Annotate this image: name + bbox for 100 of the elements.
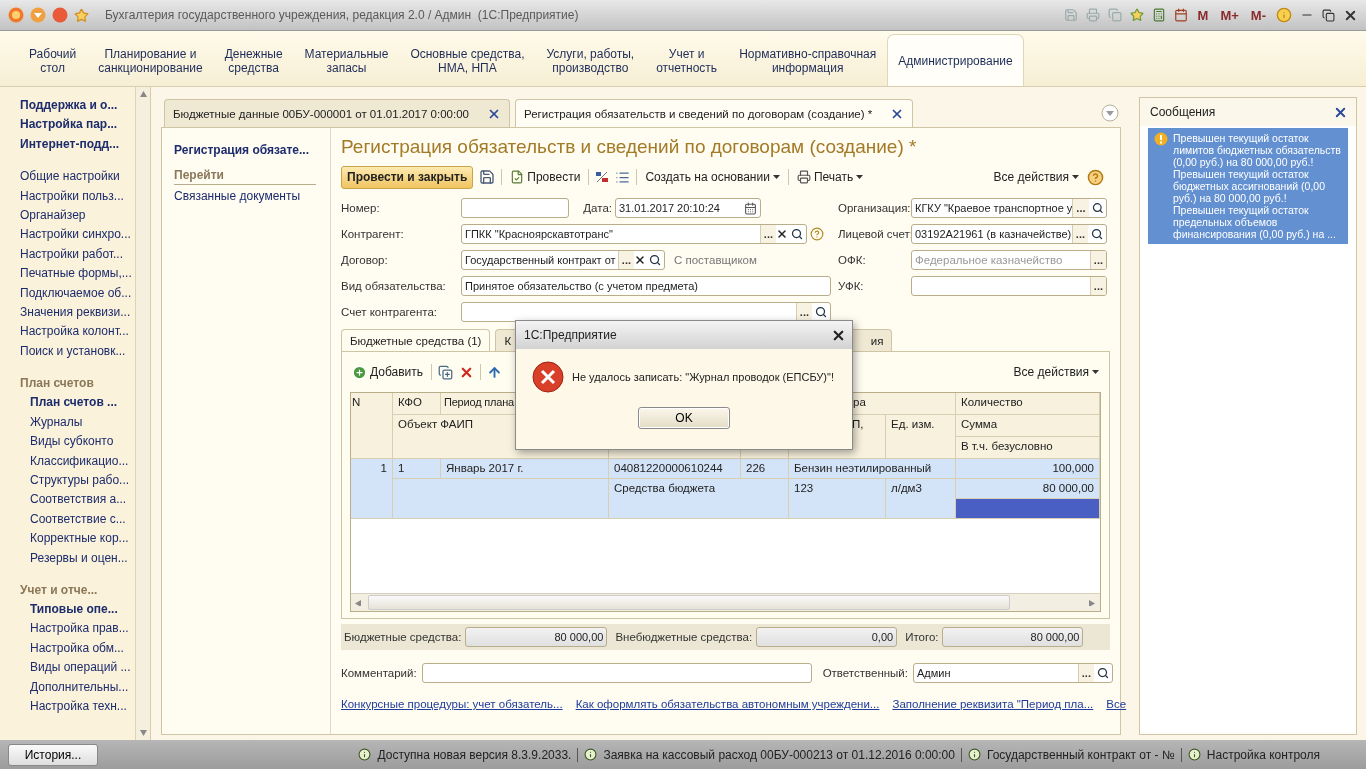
choose-button[interactable]: ...: [1072, 199, 1089, 217]
choose-button[interactable]: ...: [1089, 251, 1106, 269]
account-field[interactable]: 03192А21961 (в казначействе) ...: [911, 224, 1107, 244]
sidebar-item[interactable]: Виды субконто: [20, 432, 135, 452]
sidebar-item[interactable]: Резервы и оцен...: [20, 548, 135, 568]
sidebar-item[interactable]: Органайзер: [20, 206, 135, 226]
ledger-icon[interactable]: [595, 170, 610, 184]
scroll-arrow-icon[interactable]: [1089, 599, 1096, 606]
document-tab[interactable]: Регистрация обязательств и сведений по договорам (создание) *: [515, 99, 914, 127]
search-icon[interactable]: [791, 228, 803, 240]
expand-icon[interactable]: [1101, 104, 1119, 122]
help-link[interactable]: Конкурсные процедуры: учет обязатель...: [341, 698, 563, 710]
sidebar-item[interactable]: Структуры рабо...: [20, 470, 135, 491]
status-message[interactable]: Заявка на кассовый расход 00БУ-000213 от 01.12.2016 0:00:00: [603, 747, 955, 762]
info-icon[interactable]: [584, 748, 598, 761]
document-tab[interactable]: Бюджетные данные 00БУ-000001 от 01.01.2017 0:00:00: [164, 99, 510, 127]
choose-button[interactable]: ...: [795, 303, 812, 321]
section-tab[interactable]: Планирование и санкционирование: [87, 34, 214, 86]
section-tab[interactable]: Основные средства, НМА, НПА: [399, 34, 536, 86]
nav-title[interactable]: Регистрация обязате...: [174, 140, 330, 160]
sidebar-item[interactable]: Общие настройки: [20, 167, 135, 187]
section-tab[interactable]: Рабочий стол: [18, 34, 88, 86]
clear-icon[interactable]: [634, 254, 646, 266]
copy-icon[interactable]: [438, 364, 454, 380]
ufk-field[interactable]: ...: [911, 276, 1107, 296]
scroll-arrow-icon[interactable]: [139, 730, 147, 736]
add-button[interactable]: Добавить: [350, 364, 426, 380]
sidebar-item[interactable]: Настройки работ...: [20, 244, 135, 265]
horizontal-scrollbar[interactable]: [351, 593, 1100, 611]
save-icon[interactable]: [479, 169, 496, 185]
calendar-icon[interactable]: [1173, 8, 1188, 22]
responsible-field[interactable]: Админ ...: [912, 663, 1113, 683]
date-field[interactable]: 31.01.2017 20:10:24: [615, 198, 761, 218]
section-tab[interactable]: Услуги, работы, производство: [535, 34, 646, 86]
post-button[interactable]: Провести: [508, 170, 583, 184]
choose-button[interactable]: ...: [1077, 664, 1094, 682]
choose-button[interactable]: ...: [759, 225, 776, 243]
sidebar-item[interactable]: Настройка обм...: [20, 638, 135, 659]
section-tab[interactable]: Учет и отчетность: [645, 34, 729, 86]
section-tab[interactable]: Администрирование: [887, 34, 1024, 86]
info-icon[interactable]: [358, 748, 372, 761]
sidebar-item[interactable]: Интернет-подд...: [20, 134, 135, 155]
restore-icon[interactable]: [1322, 8, 1335, 22]
search-icon[interactable]: [1091, 202, 1103, 214]
search-icon[interactable]: [1091, 228, 1103, 240]
status-message[interactable]: Государственный контракт от - №: [986, 747, 1175, 762]
memory-button[interactable]: M+: [1218, 7, 1241, 23]
section-tab[interactable]: Денежные средства: [213, 34, 294, 86]
section-tab[interactable]: Материальные запасы: [293, 34, 400, 86]
sidebar-item[interactable]: Значения реквизи...: [20, 303, 135, 323]
choose-button[interactable]: ...: [617, 251, 634, 269]
help-link[interactable]: Как оформлять обязательства автономным учреждени...: [575, 698, 880, 710]
help-icon[interactable]: [1087, 168, 1104, 186]
sidebar-item[interactable]: Настройка прав...: [20, 619, 135, 639]
sidebar-item[interactable]: Соответствия а...: [20, 490, 135, 510]
ok-button[interactable]: OK: [638, 407, 730, 429]
star-icon[interactable]: [1129, 8, 1144, 22]
sidebar-item[interactable]: Настройка колонт...: [20, 322, 135, 342]
focused-cell[interactable]: [956, 499, 1100, 519]
scrollbar[interactable]: [135, 87, 150, 740]
ofk-field[interactable]: Федеральное казначейство ...: [911, 250, 1107, 270]
list-icon[interactable]: [615, 169, 631, 185]
all-actions-button[interactable]: Все действия: [1011, 365, 1101, 379]
number-field[interactable]: [461, 198, 569, 218]
sidebar-item[interactable]: Поддержка и о...: [20, 96, 135, 116]
obligation-type-field[interactable]: Принятое обязательство (с учетом предмета): [461, 276, 831, 296]
help-link[interactable]: Заполнение реквизита "Период пла...: [892, 698, 1094, 710]
sidebar-item[interactable]: Типовые опе...: [20, 599, 135, 620]
comment-field[interactable]: [421, 663, 812, 683]
choose-button[interactable]: ...: [1089, 277, 1106, 295]
move-up-icon[interactable]: [487, 364, 503, 380]
sidebar-item[interactable]: Поиск и установк...: [20, 341, 135, 362]
sidebar-item[interactable]: Классификацио...: [20, 451, 135, 471]
scroll-arrow-icon[interactable]: [355, 599, 362, 606]
circle-icon[interactable]: [52, 7, 68, 23]
info-icon[interactable]: [1187, 748, 1201, 761]
counterparty-field[interactable]: ГПКК "Красноярскавтотранс" ...: [461, 224, 807, 244]
section-tab[interactable]: Нормативно-справочная информация: [728, 34, 888, 86]
calculator-icon[interactable]: [1151, 8, 1166, 22]
nav-link[interactable]: Связанные документы: [174, 187, 330, 205]
info-icon[interactable]: [967, 748, 981, 761]
column-header[interactable]: Количество: [956, 393, 1100, 415]
sidebar-item[interactable]: Настройка пар...: [20, 115, 135, 135]
search-icon[interactable]: [815, 306, 827, 318]
scroll-arrow-icon[interactable]: [139, 91, 147, 97]
contract-field[interactable]: Государственный контракт от ...: [461, 250, 665, 270]
all-actions-button[interactable]: Все действия: [991, 170, 1081, 184]
table-tab[interactable]: Бюджетные средства (1): [341, 329, 491, 351]
sidebar-item[interactable]: Виды операций ...: [20, 658, 135, 678]
help-icon[interactable]: [810, 227, 824, 241]
status-message[interactable]: Настройка контроля: [1206, 747, 1320, 762]
create-based-button[interactable]: Создать на основании: [643, 170, 782, 184]
search-icon[interactable]: [649, 254, 661, 266]
post-and-close-button[interactable]: Провести и закрыть: [341, 165, 474, 189]
sidebar-item[interactable]: Корректные кор...: [20, 529, 135, 549]
column-header[interactable]: Сумма: [956, 415, 1100, 437]
sidebar-item[interactable]: Настройки польз...: [20, 186, 135, 207]
sidebar-item[interactable]: План счетов ...: [20, 393, 135, 413]
sidebar-item[interactable]: Настройка техн...: [20, 696, 135, 717]
sidebar-item[interactable]: Подключаемое об...: [20, 283, 135, 304]
